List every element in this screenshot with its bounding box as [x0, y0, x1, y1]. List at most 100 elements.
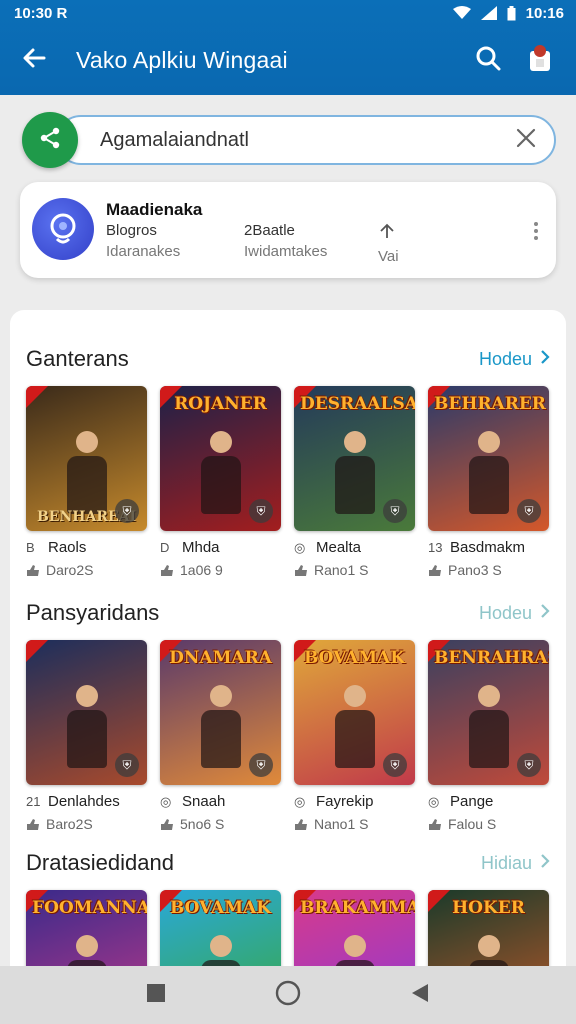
game-card[interactable]: BOVAMAK ⛨ ◎ Fayrekip Nano1 S [294, 640, 415, 832]
share-icon [38, 126, 62, 155]
more-options-button[interactable] [526, 216, 546, 246]
game-card-row: FOOMANNA BOVAMAK BRAKAMMA HOKER [26, 890, 549, 970]
app-stat-rating: 2Baatle Iwidamtakes [244, 222, 328, 260]
game-card[interactable]: FOOMANNA [26, 890, 147, 970]
game-thumbnail: FOOMANNA [26, 890, 147, 970]
upload-icon [378, 223, 396, 244]
game-thumbnail: BENRAHRAS ⛨ [428, 640, 549, 785]
card-prefix: ◎ [428, 793, 440, 809]
more-dot [534, 236, 538, 240]
game-character [193, 935, 249, 970]
thumb-icon [294, 564, 308, 576]
section-title: Pansyaridans [26, 600, 160, 625]
thumb-icon [160, 564, 174, 576]
battery-icon [507, 5, 516, 21]
square-icon [147, 983, 165, 1007]
game-character [59, 431, 115, 515]
section-header: Pansyaridans Hodeu [26, 598, 550, 628]
thumb-icon [26, 818, 40, 830]
game-title: Mhda [182, 539, 220, 556]
thumb-icon [428, 564, 442, 576]
page-title: Vako Aplkiu Wingaai [76, 47, 288, 73]
more-dot [534, 229, 538, 233]
triangle-back-icon [411, 983, 429, 1008]
new-tag [26, 640, 48, 662]
chevron-right-icon [540, 349, 550, 370]
card-prefix: D [160, 540, 170, 555]
game-card[interactable]: HOKER [428, 890, 549, 970]
game-meta: 5no6 S [180, 816, 225, 832]
game-badge-icon: ⛨ [249, 499, 273, 523]
game-thumbnail: BENHAREAI ⛨ [26, 386, 147, 531]
game-character [327, 685, 383, 769]
game-card[interactable]: BEHRARER ⛨ 13 Basdmakm Pano3 S [428, 386, 549, 578]
game-thumbnail: BOVAMAK ⛨ [294, 640, 415, 785]
game-character [327, 935, 383, 970]
thumb-icon [428, 818, 442, 830]
game-card[interactable]: BENHAREAI ⛨ B Raols Daro2S [26, 386, 147, 578]
game-thumbnail: BEHRARER ⛨ [428, 386, 549, 531]
game-title: Basdmakm [450, 539, 526, 556]
more-dot [534, 222, 538, 226]
card-prefix: ◎ [294, 539, 306, 555]
chevron-right-icon [540, 853, 550, 874]
search-button[interactable] [468, 41, 508, 81]
see-more-link[interactable]: Hidiau [481, 853, 550, 874]
game-character [193, 431, 249, 515]
nav-back-button[interactable] [400, 975, 440, 1015]
game-thumbnail: ROJANER ⛨ [160, 386, 281, 531]
app-logo [32, 198, 94, 260]
game-character [59, 685, 115, 769]
signal-icon [480, 6, 497, 20]
game-card-row: BENHAREAI ⛨ B Raols Daro2S ROJANER ⛨ D Mhda 1a06 … [26, 386, 549, 578]
search-row: Agamalaiandnatl [22, 112, 556, 168]
content-panel: Ganterans Hodeu BENHAREAI ⛨ B Raols Daro2S ROJA… [10, 310, 566, 970]
game-card[interactable]: ⛨ 21 Denlahdes Baro2S [26, 640, 147, 832]
home-button[interactable] [268, 975, 308, 1015]
game-badge-icon: ⛨ [383, 753, 407, 777]
app-name: Maadienaka [106, 200, 203, 219]
profile-button[interactable] [520, 41, 560, 81]
game-thumbnail: DNAMARA ⛨ [160, 640, 281, 785]
new-tag [26, 386, 48, 408]
game-card[interactable]: BOVAMAK [160, 890, 281, 970]
navigation-bar [0, 966, 576, 1024]
clear-search-button[interactable] [504, 118, 548, 162]
game-character [461, 431, 517, 515]
game-character [327, 431, 383, 515]
section-title: Ganterans [26, 346, 129, 371]
game-logo-text: HOKER [452, 898, 525, 918]
game-card[interactable]: ROJANER ⛨ D Mhda 1a06 9 [160, 386, 281, 578]
game-title: Denlahdes [48, 793, 120, 810]
game-card[interactable]: DNAMARA ⛨ ◎ Snaah 5no6 S [160, 640, 281, 832]
app-info-card[interactable]: Maadienaka Blogros Idaranakes 2Baatle Iw… [20, 182, 556, 278]
share-button[interactable] [22, 112, 78, 168]
game-thumbnail: BRAKAMMA [294, 890, 415, 970]
game-badge-icon: ⛨ [517, 753, 541, 777]
app-stat-share[interactable]: Vai [378, 222, 399, 265]
search-input[interactable]: Agamalaiandnatl [56, 115, 556, 165]
close-icon [516, 128, 536, 153]
card-prefix: 13 [428, 540, 443, 555]
game-thumbnail: DESRAALSA ⛨ [294, 386, 415, 531]
game-badge-icon: ⛨ [115, 499, 139, 523]
game-card[interactable]: BRAKAMMA [294, 890, 415, 970]
game-title: Fayrekip [316, 793, 374, 810]
game-logo-text: BRAKAMMA [300, 898, 415, 918]
card-prefix: ◎ [294, 793, 306, 809]
see-more-link[interactable]: Hodeu [479, 349, 550, 370]
see-more-link[interactable]: Hodeu [479, 603, 550, 624]
game-badge-icon: ⛨ [383, 499, 407, 523]
recents-button[interactable] [136, 975, 176, 1015]
game-logo-text: BENRAHRAS [434, 648, 549, 668]
search-input-value: Agamalaiandnatl [100, 128, 249, 151]
game-thumbnail: HOKER [428, 890, 549, 970]
game-card[interactable]: BENRAHRAS ⛨ ◎ Pange Falou S [428, 640, 549, 832]
profile-icon [527, 43, 553, 78]
game-title: Mealta [316, 539, 362, 556]
section-header: Ganterans Hodeu [26, 344, 550, 374]
game-card[interactable]: DESRAALSA ⛨ ◎ Mealta Rano1 S [294, 386, 415, 578]
game-logo-text: DNAMARA [169, 648, 272, 668]
back-button[interactable] [16, 43, 52, 79]
game-logo-text: DESRAALSA [300, 394, 415, 414]
